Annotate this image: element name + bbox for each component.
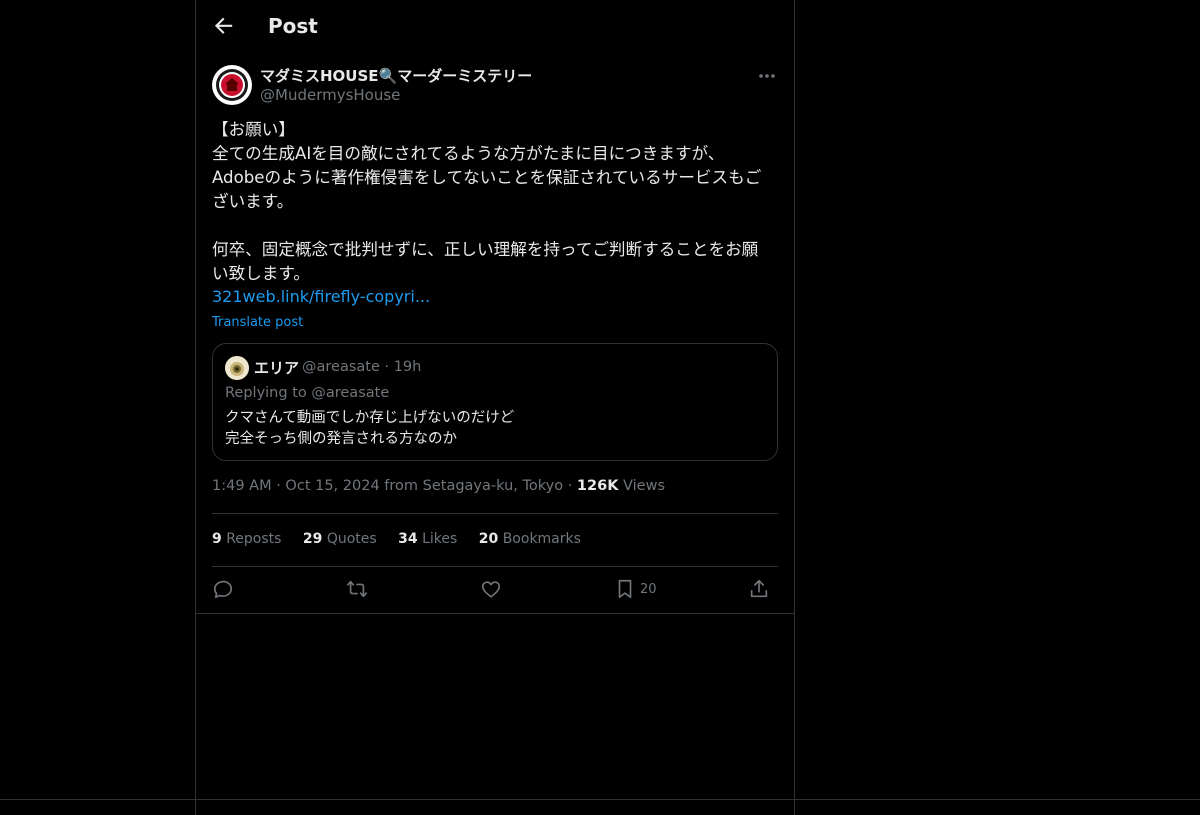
quoted-text: クマさんて動画でしか存じ上げないのだけど 完全そっち側の発言される方なのか (225, 410, 515, 447)
bookmark-button[interactable]: 20 (614, 578, 657, 602)
stat-count: 29 (302, 531, 323, 547)
back-button[interactable] (210, 12, 238, 40)
more-icon (759, 74, 775, 78)
post-header: Post (196, 0, 794, 53)
bookmark-count: 20 (640, 582, 657, 597)
reply-icon (213, 580, 233, 599)
quoted-avatar-image (225, 356, 249, 380)
post-author: マダミスHOUSE🔍マーダーミステリー @MudermysHouse (212, 65, 778, 109)
action-bar: 20 (212, 576, 778, 606)
stat-label: Likes (422, 531, 458, 547)
stat-count: 34 (398, 531, 418, 547)
quoted-avatar (225, 356, 249, 380)
divider (212, 566, 778, 567)
views-count: 126K (576, 478, 619, 494)
stat-label: Quotes (326, 531, 377, 547)
share-button[interactable] (748, 578, 770, 602)
stat-label: Bookmarks (502, 531, 581, 547)
stat-count: 9 (212, 531, 222, 547)
quoted-author-name: エリア (254, 359, 300, 377)
timestamp-text[interactable]: 1:49 AM · Oct 15, 2024 from Setagaya-ku,… (212, 478, 577, 494)
divider (212, 513, 778, 514)
house-logo-icon (213, 66, 251, 104)
post-link[interactable]: 321web.link/firefly-copyri... (212, 287, 430, 306)
post-bottom-border (196, 613, 794, 614)
bookmark-icon (618, 579, 632, 599)
quoted-author-meta: @areasate · 19h (302, 359, 422, 375)
author-avatar[interactable] (212, 65, 252, 105)
likes-stat[interactable]: 34 Likes (398, 531, 457, 547)
like-icon (481, 581, 501, 598)
views-label: Views (618, 478, 666, 494)
page-title: Post (268, 14, 318, 38)
stat-label: Reposts (226, 531, 282, 547)
engagement-stats: 9 Reposts 29 Quotes 34 Likes 20 Bookmark… (212, 531, 598, 547)
quoted-replying-to: Replying to @areasate (225, 385, 390, 401)
arrow-left-icon (214, 17, 233, 34)
repost-button[interactable] (346, 578, 368, 602)
quoted-post[interactable]: エリア @areasate · 19h Replying to @areasat… (212, 343, 778, 461)
quotes-stat[interactable]: 29 Quotes (303, 531, 377, 547)
more-options-button[interactable] (756, 65, 778, 87)
author-name[interactable]: マダミスHOUSE🔍マーダーミステリー (260, 65, 532, 86)
bookmarks-stat[interactable]: 20 Bookmarks (479, 531, 581, 547)
page-bottom-line (0, 799, 1200, 800)
author-handle[interactable]: @MudermysHouse (260, 86, 400, 104)
like-button[interactable] (480, 578, 502, 602)
post-body: 【お願い】 全ての生成AIを目の敵にされてるような方がたまに目につきますが、 A… (212, 120, 762, 283)
reply-button[interactable] (212, 578, 234, 602)
post-timestamp: 1:49 AM · Oct 15, 2024 from Setagaya-ku,… (212, 478, 665, 494)
share-icon (750, 579, 768, 598)
translate-post-link[interactable]: Translate post (212, 315, 303, 330)
repost-icon (347, 580, 367, 598)
stat-count: 20 (478, 531, 499, 547)
reposts-stat[interactable]: 9 Reposts (212, 531, 281, 547)
post-column: Post マダミスHOUSE🔍マーダーミステリー @MudermysHouse … (195, 0, 795, 815)
